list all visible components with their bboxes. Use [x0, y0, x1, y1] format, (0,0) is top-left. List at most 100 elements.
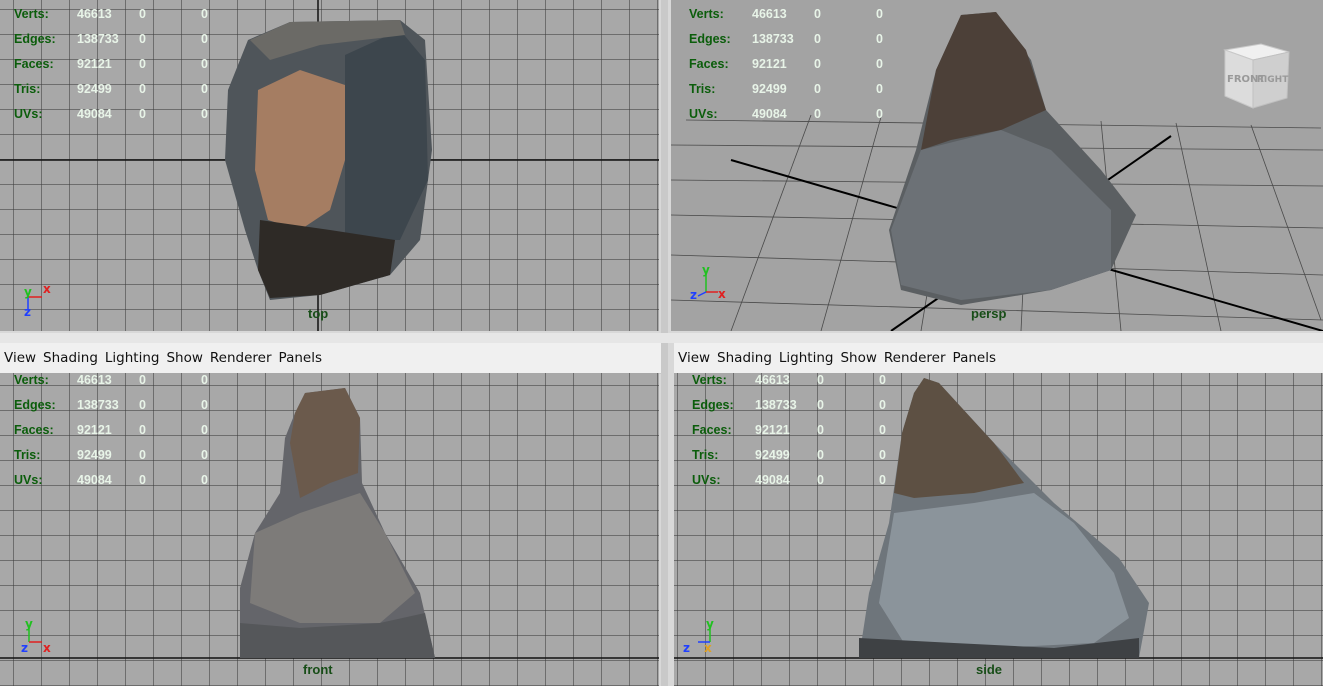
stat-label: Faces:	[14, 422, 54, 437]
stat-selected: 0	[139, 422, 146, 437]
menu-show[interactable]: Show	[166, 350, 207, 366]
stat-row-faces: Faces: 92121 0 0	[689, 51, 896, 76]
stat-value: 49084	[77, 472, 112, 487]
stat-row-faces: Faces: 92121 0 0	[14, 51, 221, 76]
stat-selected: 0	[814, 56, 821, 71]
menu-view[interactable]: View	[678, 350, 715, 366]
stat-tris: 0	[879, 373, 886, 387]
stat-row-uvs: UVs: 49084 0 0	[14, 101, 221, 126]
stat-label: Verts:	[14, 373, 49, 387]
stat-label: Tris:	[692, 447, 719, 462]
viewport-side[interactable]: View Shading Lighting Show Renderer Pane…	[674, 343, 1323, 686]
stat-tris: 0	[201, 397, 208, 412]
menu-lighting[interactable]: Lighting	[779, 350, 839, 366]
viewport-side-canvas[interactable]: Verts: 46613 0 0 Edges: 138733 0 0 Faces: 92121…	[674, 373, 1323, 686]
menu-panels[interactable]: Panels	[953, 350, 1001, 366]
stat-selected: 0	[139, 6, 146, 21]
stat-label: Faces:	[692, 422, 732, 437]
axis-z-label: z	[690, 288, 697, 302]
stat-row-tris: Tris: 92499 0 0	[14, 442, 221, 467]
stat-tris: 0	[201, 422, 208, 437]
stat-label: Edges:	[14, 397, 56, 412]
stat-tris: 0	[201, 6, 208, 21]
stat-label: Tris:	[14, 81, 41, 96]
stat-tris: 0	[876, 106, 883, 121]
stat-label: Faces:	[14, 56, 54, 71]
stat-value: 138733	[77, 397, 119, 412]
stat-value: 49084	[755, 472, 790, 487]
stat-label: Verts:	[689, 6, 724, 21]
stat-value: 92121	[77, 56, 112, 71]
stat-tris: 0	[879, 422, 886, 437]
stat-selected: 0	[817, 447, 824, 462]
stat-selected: 0	[814, 31, 821, 46]
viewport-persp[interactable]: FRONT RIGHT Verts: 46613 0 0 Edges: 138733 0 0…	[668, 0, 1323, 333]
stat-tris: 0	[879, 447, 886, 462]
panel-menubar-front: View Shading Lighting Show Renderer Pane…	[0, 343, 661, 374]
camera-label-side: side	[976, 662, 1003, 677]
stat-tris: 0	[876, 81, 883, 96]
axis-gizmo-side: y z x	[683, 618, 714, 655]
stat-value: 92121	[755, 422, 790, 437]
stat-row-edges: Edges: 138733 0 0	[14, 26, 221, 51]
stat-label: Edges:	[692, 397, 734, 412]
axis-z-label: z	[21, 641, 28, 655]
stat-selected: 0	[814, 106, 821, 121]
stat-value: 46613	[77, 6, 112, 21]
pane-divider-vertical[interactable]	[661, 0, 668, 686]
viewcube-right-label: RIGHT	[1257, 75, 1289, 85]
viewport-persp-canvas[interactable]: FRONT RIGHT Verts: 46613 0 0 Edges: 138733 0 0…	[671, 0, 1323, 331]
axis-z-label: z	[24, 305, 31, 319]
menu-show[interactable]: Show	[840, 350, 881, 366]
menu-lighting[interactable]: Lighting	[105, 350, 165, 366]
stat-tris: 0	[879, 397, 886, 412]
stat-value: 92121	[752, 56, 787, 71]
stats-hud-front: Verts: 46613 0 0 Edges: 138733 0 0 Faces: 92121…	[14, 373, 221, 492]
stat-tris: 0	[876, 31, 883, 46]
viewport-top[interactable]: Verts: 46613 0 0 Edges: 138733 0 0 Faces: 92121…	[0, 0, 661, 333]
stat-row-verts: Verts: 46613 0 0	[14, 373, 221, 392]
viewport-front[interactable]: View Shading Lighting Show Renderer Pane…	[0, 343, 661, 686]
menu-panels[interactable]: Panels	[279, 350, 327, 366]
stat-value: 92499	[77, 81, 112, 96]
stat-tris: 0	[201, 447, 208, 462]
menu-renderer[interactable]: Renderer	[210, 350, 277, 366]
stat-label: UVs:	[14, 472, 43, 487]
menu-renderer[interactable]: Renderer	[884, 350, 951, 366]
stat-row-verts: Verts: 46613 0 0	[689, 1, 896, 26]
menu-shading[interactable]: Shading	[717, 350, 777, 366]
stat-value: 138733	[77, 31, 119, 46]
stat-row-edges: Edges: 138733 0 0	[692, 392, 899, 417]
viewport-front-canvas[interactable]: Verts: 46613 0 0 Edges: 138733 0 0 Faces: 92121…	[0, 373, 659, 686]
stat-tris: 0	[201, 373, 208, 387]
stat-selected: 0	[817, 422, 824, 437]
axis-x-label: x	[718, 287, 726, 301]
stat-tris: 0	[876, 6, 883, 21]
stat-row-edges: Edges: 138733 0 0	[689, 26, 896, 51]
menu-view[interactable]: View	[4, 350, 41, 366]
axis-x-label: x	[43, 282, 51, 296]
stat-label: Tris:	[14, 447, 41, 462]
stat-label: Verts:	[692, 373, 727, 387]
stat-row-tris: Tris: 92499 0 0	[689, 76, 896, 101]
stat-label: Edges:	[689, 31, 731, 46]
stat-value: 138733	[752, 31, 794, 46]
stat-selected: 0	[814, 81, 821, 96]
pane-divider-horizontal[interactable]	[0, 333, 1323, 343]
stat-selected: 0	[139, 397, 146, 412]
menu-shading[interactable]: Shading	[43, 350, 103, 366]
stat-value: 46613	[755, 373, 790, 387]
camera-label-top: top	[308, 306, 329, 321]
stat-row-uvs: UVs: 49084 0 0	[692, 467, 899, 492]
stat-tris: 0	[201, 472, 208, 487]
axis-x-label: x	[704, 641, 712, 655]
viewcube[interactable]: FRONT RIGHT	[1217, 36, 1295, 114]
stat-row-uvs: UVs: 49084 0 0	[689, 101, 896, 126]
camera-label-persp: persp	[971, 306, 1007, 321]
stat-value: 46613	[77, 373, 112, 387]
stat-selected: 0	[139, 373, 146, 387]
stat-row-tris: Tris: 92499 0 0	[14, 76, 221, 101]
axis-y-label: y	[706, 618, 714, 631]
stat-selected: 0	[139, 56, 146, 71]
viewport-top-canvas[interactable]: Verts: 46613 0 0 Edges: 138733 0 0 Faces: 92121…	[0, 0, 659, 331]
